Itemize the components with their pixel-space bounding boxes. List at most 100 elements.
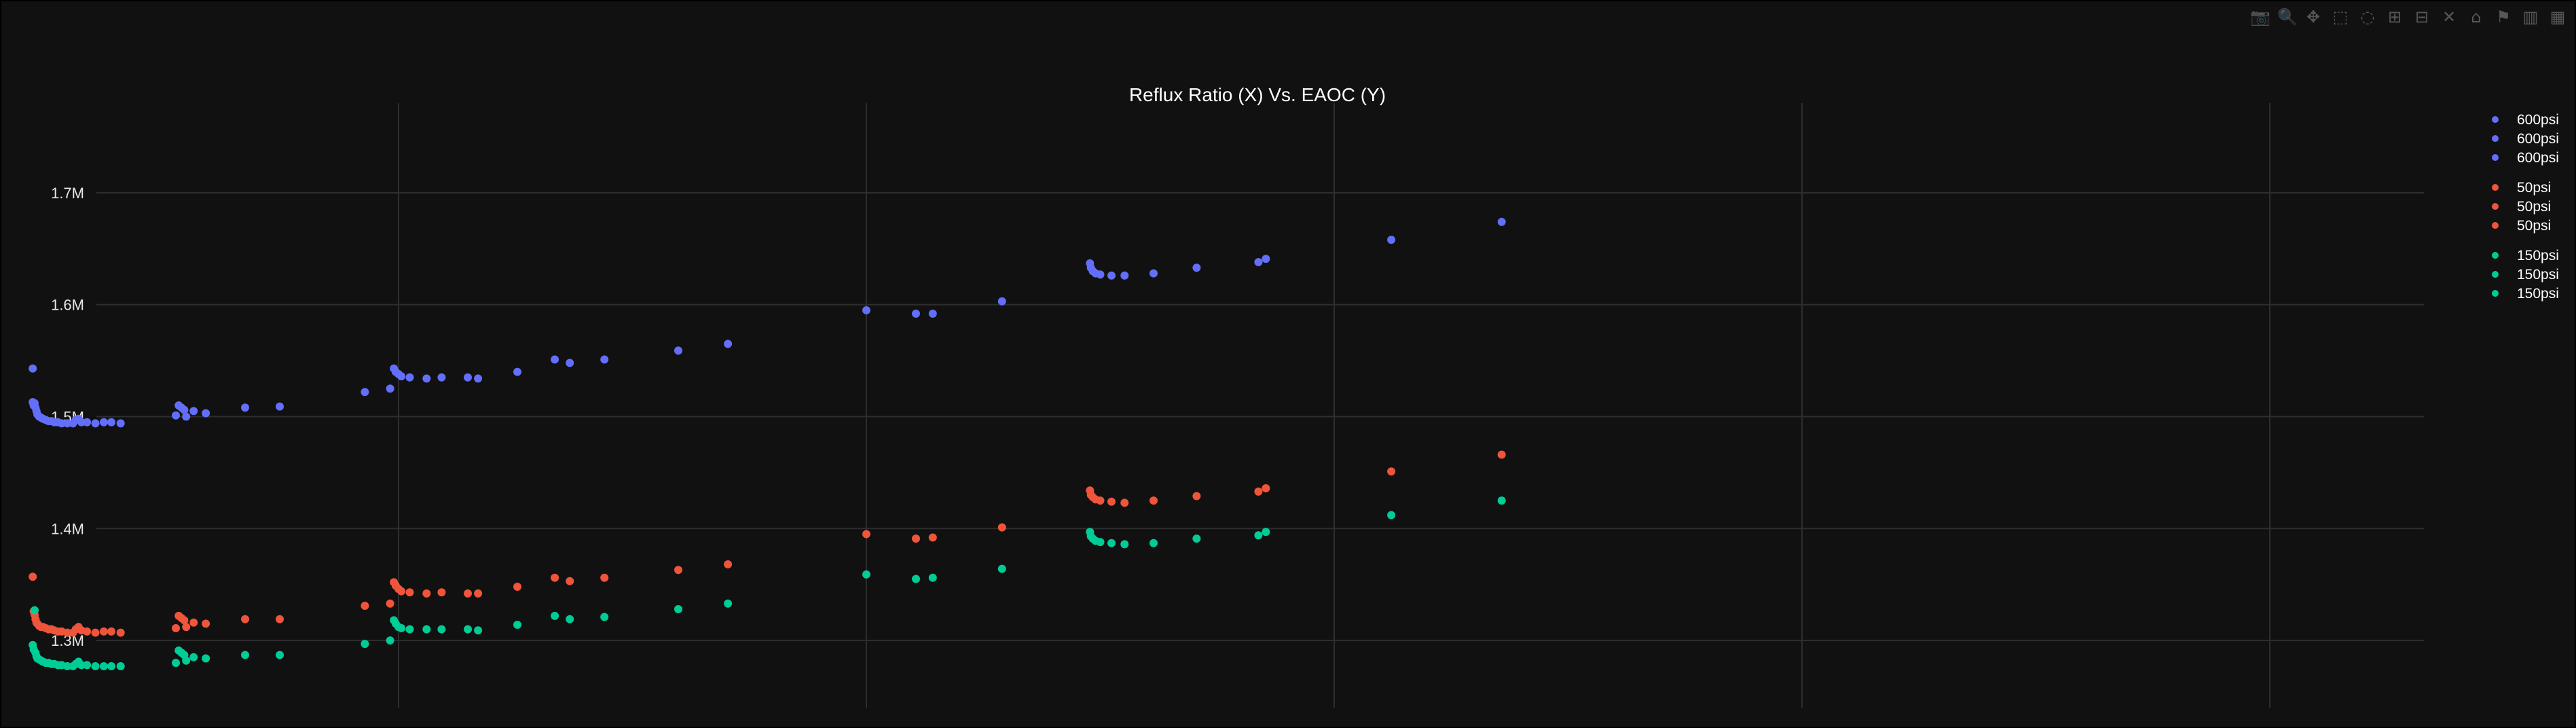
data-point[interactable] xyxy=(276,402,284,411)
data-point[interactable] xyxy=(397,587,406,596)
data-point[interactable] xyxy=(928,533,937,542)
data-point[interactable] xyxy=(386,599,394,608)
data-point[interactable] xyxy=(116,419,125,428)
data-point[interactable] xyxy=(1096,270,1105,279)
data-point[interactable] xyxy=(928,573,937,582)
legend-item[interactable]: 600psi xyxy=(2492,131,2559,147)
data-point[interactable] xyxy=(83,661,92,670)
data-point[interactable] xyxy=(241,403,249,412)
data-point[interactable] xyxy=(182,623,191,632)
data-point[interactable] xyxy=(99,418,108,426)
data-point[interactable] xyxy=(83,418,92,426)
data-point[interactable] xyxy=(422,625,431,634)
data-point[interactable] xyxy=(1497,496,1506,505)
data-point[interactable] xyxy=(405,625,414,634)
data-point[interactable] xyxy=(116,628,125,637)
data-point[interactable] xyxy=(600,355,609,364)
data-point[interactable] xyxy=(1120,498,1129,507)
data-point[interactable] xyxy=(405,373,414,382)
data-point[interactable] xyxy=(116,662,125,670)
data-point[interactable] xyxy=(566,577,574,585)
data-point[interactable] xyxy=(1262,528,1270,536)
data-point[interactable] xyxy=(513,621,521,629)
legend-item[interactable]: 150psi xyxy=(2492,267,2559,283)
data-point[interactable] xyxy=(1387,467,1396,476)
data-point[interactable] xyxy=(99,662,108,670)
data-point[interactable] xyxy=(437,373,446,382)
data-point[interactable] xyxy=(1096,496,1105,505)
data-point[interactable] xyxy=(91,662,100,670)
legend-item[interactable]: 600psi xyxy=(2492,112,2559,128)
data-point[interactable] xyxy=(1096,538,1105,547)
data-point[interactable] xyxy=(29,572,37,581)
data-point[interactable] xyxy=(189,618,198,627)
data-point[interactable] xyxy=(1149,539,1158,547)
data-point[interactable] xyxy=(1192,534,1201,543)
data-point[interactable] xyxy=(1254,258,1263,266)
data-point[interactable] xyxy=(566,359,574,367)
data-point[interactable] xyxy=(862,306,870,314)
data-point[interactable] xyxy=(997,564,1006,573)
legend-item[interactable]: 50psi xyxy=(2492,180,2551,196)
data-point[interactable] xyxy=(1107,271,1116,280)
data-point[interactable] xyxy=(99,627,108,636)
data-point[interactable] xyxy=(182,412,191,421)
data-point[interactable] xyxy=(566,615,574,623)
data-point[interactable] xyxy=(202,619,210,628)
data-point[interactable] xyxy=(172,624,180,632)
data-point[interactable] xyxy=(912,309,920,318)
data-point[interactable] xyxy=(674,346,682,355)
data-point[interactable] xyxy=(997,297,1006,306)
data-point[interactable] xyxy=(1107,497,1116,506)
data-point[interactable] xyxy=(422,589,431,598)
legend-item[interactable]: 600psi xyxy=(2492,150,2559,166)
data-point[interactable] xyxy=(83,627,92,636)
data-point[interactable] xyxy=(1192,492,1201,500)
data-point[interactable] xyxy=(674,605,682,613)
data-point[interactable] xyxy=(1262,484,1270,492)
data-point[interactable] xyxy=(202,409,210,418)
data-point[interactable] xyxy=(386,384,394,393)
data-point[interactable] xyxy=(997,523,1006,532)
data-point[interactable] xyxy=(474,589,483,598)
data-point[interactable] xyxy=(1192,263,1201,272)
data-point[interactable] xyxy=(31,606,39,615)
legend-item[interactable]: 50psi xyxy=(2492,218,2551,234)
data-point[interactable] xyxy=(551,355,559,364)
data-point[interactable] xyxy=(1149,496,1158,505)
data-point[interactable] xyxy=(474,374,483,383)
data-point[interactable] xyxy=(862,530,870,539)
data-point[interactable] xyxy=(437,588,446,597)
data-point[interactable] xyxy=(91,419,100,428)
data-point[interactable] xyxy=(464,625,472,634)
data-point[interactable] xyxy=(1262,255,1270,263)
data-point[interactable] xyxy=(513,583,521,591)
data-point[interactable] xyxy=(724,599,733,608)
data-point[interactable] xyxy=(276,615,284,623)
data-point[interactable] xyxy=(862,570,870,579)
data-point[interactable] xyxy=(1387,236,1396,244)
legend-item[interactable]: 150psi xyxy=(2492,286,2559,302)
data-point[interactable] xyxy=(361,640,369,649)
data-point[interactable] xyxy=(1120,540,1129,549)
data-point[interactable] xyxy=(1149,269,1158,278)
data-point[interactable] xyxy=(1120,271,1129,280)
data-point[interactable] xyxy=(172,411,180,420)
data-point[interactable] xyxy=(724,340,733,348)
data-point[interactable] xyxy=(724,560,733,568)
data-point[interactable] xyxy=(182,656,191,665)
data-point[interactable] xyxy=(202,654,210,663)
data-point[interactable] xyxy=(107,418,115,426)
data-point[interactable] xyxy=(912,534,920,543)
data-point[interactable] xyxy=(189,407,198,416)
data-point[interactable] xyxy=(91,628,100,637)
data-point[interactable] xyxy=(29,364,37,373)
data-point[interactable] xyxy=(361,602,369,610)
data-point[interactable] xyxy=(513,367,521,376)
data-point[interactable] xyxy=(189,653,198,661)
data-point[interactable] xyxy=(172,659,180,668)
data-point[interactable] xyxy=(474,626,483,635)
data-point[interactable] xyxy=(361,388,369,397)
data-point[interactable] xyxy=(551,573,559,582)
data-point[interactable] xyxy=(674,566,682,575)
